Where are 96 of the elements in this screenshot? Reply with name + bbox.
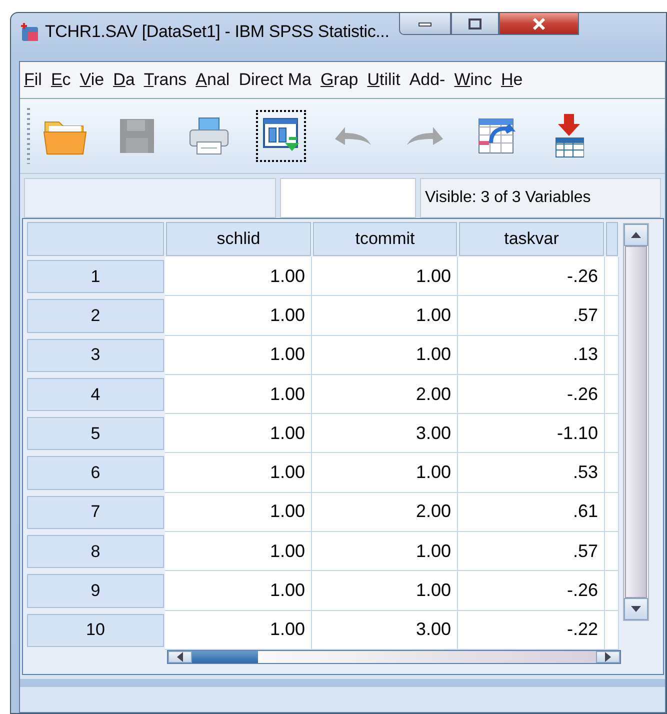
printer-icon xyxy=(187,116,231,156)
splitter-handle[interactable] xyxy=(20,679,665,687)
table-cell[interactable]: 3.00 xyxy=(312,610,458,650)
table-cell[interactable] xyxy=(605,571,619,611)
table-cell[interactable]: 1.00 xyxy=(312,257,458,296)
cell-value-field[interactable] xyxy=(280,178,416,218)
left-triangle-icon xyxy=(177,652,183,662)
close-button[interactable] xyxy=(499,13,580,35)
scroll-up-button[interactable] xyxy=(624,224,648,246)
toolbar-grip[interactable] xyxy=(27,108,30,164)
menu-item[interactable]: Ec xyxy=(50,70,71,90)
menu-item[interactable]: Winc xyxy=(454,70,492,90)
row-header[interactable]: 1 xyxy=(27,260,164,294)
column-header[interactable]: taskvar xyxy=(459,222,604,256)
close-icon xyxy=(531,16,548,30)
table-cell[interactable] xyxy=(605,492,619,532)
table-cell[interactable]: -1.10 xyxy=(458,414,605,454)
menu-item[interactable]: Direct Ma xyxy=(238,70,312,90)
right-triangle-icon xyxy=(605,652,611,662)
menu-item[interactable]: Da xyxy=(113,70,135,90)
scroll-down-button[interactable] xyxy=(624,598,648,620)
menu-item[interactable]: Add- xyxy=(409,70,446,90)
table-cell[interactable]: 1.00 xyxy=(165,414,312,454)
table-cell[interactable]: .61 xyxy=(458,492,605,532)
table-cell[interactable]: 1.00 xyxy=(165,492,312,532)
scroll-right-button[interactable] xyxy=(596,650,620,663)
row-header[interactable]: 6 xyxy=(27,456,164,490)
menu-item[interactable]: Utilit xyxy=(367,70,400,90)
table-cell[interactable]: -.26 xyxy=(458,257,605,296)
table-cell[interactable]: -.22 xyxy=(458,610,605,650)
table-cell[interactable]: .57 xyxy=(458,532,605,572)
table-cell[interactable] xyxy=(605,336,619,375)
column-header[interactable] xyxy=(606,222,618,256)
go-to-case-icon xyxy=(477,116,517,156)
row-header[interactable]: 10 xyxy=(27,614,164,647)
insert-cases-icon xyxy=(554,114,584,158)
table-cell[interactable]: 1.00 xyxy=(165,296,312,336)
table-cell[interactable]: 1.00 xyxy=(165,257,312,296)
table-cell[interactable]: -.26 xyxy=(458,571,605,611)
table-cell[interactable]: 1.00 xyxy=(312,532,458,572)
table-cell[interactable]: 2.00 xyxy=(312,492,458,532)
table-cell[interactable] xyxy=(605,257,619,296)
column-header[interactable]: tcommit xyxy=(313,222,457,256)
table-cell[interactable]: .53 xyxy=(458,453,605,493)
minimize-icon xyxy=(418,20,432,26)
row-header[interactable]: 8 xyxy=(27,535,164,568)
table-cell[interactable]: 1.00 xyxy=(312,453,458,493)
table-cell[interactable]: 1.00 xyxy=(312,571,458,611)
table-cell[interactable]: 3.00 xyxy=(312,414,458,454)
table-cell[interactable]: 1.00 xyxy=(165,532,312,572)
down-triangle-icon xyxy=(631,606,641,612)
row-header[interactable]: 4 xyxy=(27,378,164,412)
menu-item[interactable]: Anal xyxy=(196,70,230,90)
menu-item[interactable]: Vie xyxy=(80,70,104,90)
up-triangle-icon xyxy=(631,232,641,238)
table-cell[interactable]: 1.00 xyxy=(312,336,458,375)
maximize-button[interactable] xyxy=(451,13,500,35)
table-cell[interactable]: 1.00 xyxy=(312,296,458,336)
table-cell[interactable]: 2.00 xyxy=(312,374,458,414)
table-cell[interactable] xyxy=(605,610,619,650)
table-cell[interactable]: 1.00 xyxy=(165,374,312,414)
table-cell[interactable] xyxy=(605,374,619,414)
row-header[interactable]: 5 xyxy=(27,417,164,450)
scroll-thumb[interactable] xyxy=(192,650,258,663)
vertical-scrollbar[interactable] xyxy=(623,223,649,621)
maximize-icon xyxy=(468,18,482,30)
menu-item[interactable]: Grap xyxy=(320,70,358,90)
scroll-thumb[interactable] xyxy=(625,246,647,598)
table-cell[interactable]: .57 xyxy=(458,296,605,336)
table-cell[interactable]: 1.00 xyxy=(165,571,312,611)
row-header[interactable]: 3 xyxy=(27,338,164,372)
corner-header[interactable] xyxy=(27,222,164,256)
table-cell[interactable]: 1.00 xyxy=(165,453,312,493)
cell-name-field[interactable] xyxy=(24,178,276,218)
row-header[interactable]: 9 xyxy=(27,574,164,608)
table-cell[interactable] xyxy=(605,414,619,454)
visible-variables-label: Visible: 3 of 3 Variables xyxy=(420,178,661,218)
table-cell[interactable]: -.26 xyxy=(458,374,605,414)
table-cell[interactable] xyxy=(605,532,619,572)
menu-item[interactable]: Fil xyxy=(24,70,42,90)
horizontal-scrollbar[interactable] xyxy=(167,650,621,664)
window-title: TCHR1.SAV [DataSet1] - IBM SPSS Statistic... xyxy=(45,22,390,42)
column-header[interactable]: schlid xyxy=(166,222,311,256)
menu-item[interactable]: He xyxy=(501,70,523,90)
table-cell[interactable] xyxy=(605,453,619,493)
scroll-left-button[interactable] xyxy=(168,650,192,663)
table-cell[interactable]: .13 xyxy=(458,336,605,375)
table-cell[interactable]: 1.00 xyxy=(165,336,312,375)
minimize-button[interactable] xyxy=(399,13,452,35)
table-cell[interactable] xyxy=(605,296,619,336)
toolbar-button[interactable] xyxy=(256,110,306,162)
row-header[interactable]: 7 xyxy=(27,496,164,530)
spreadsheet-icon xyxy=(19,22,39,42)
row-header[interactable]: 2 xyxy=(27,299,164,333)
table-cell[interactable]: 1.00 xyxy=(165,610,312,650)
menu-item[interactable]: Trans xyxy=(144,70,187,90)
